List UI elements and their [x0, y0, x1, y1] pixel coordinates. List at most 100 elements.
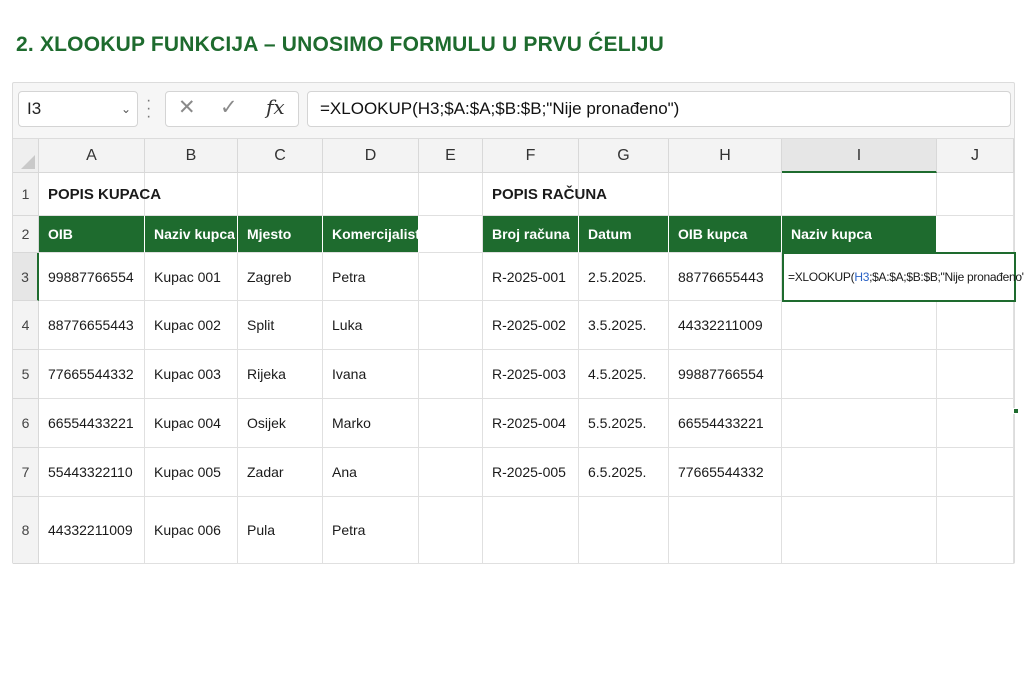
grid-cell[interactable]: [579, 497, 669, 564]
invoices-table-cell[interactable]: 3.5.2025.: [579, 301, 669, 350]
grid-cell[interactable]: [782, 350, 937, 399]
grid-cell[interactable]: [419, 216, 483, 253]
invoices-table-cell[interactable]: R-2025-002: [483, 301, 579, 350]
invoices-table-cell[interactable]: 99887766554: [669, 350, 782, 399]
customers-table-cell[interactable]: 55443322110: [39, 448, 145, 497]
customers-table-cell[interactable]: Kupac 001: [145, 253, 238, 301]
grid-cell[interactable]: [419, 399, 483, 448]
customers-table-cell[interactable]: Kupac 004: [145, 399, 238, 448]
column-header-g[interactable]: G: [579, 139, 669, 173]
row-header-5[interactable]: 5: [13, 350, 39, 399]
row-header-6[interactable]: 6: [13, 399, 39, 448]
grid-cell[interactable]: [419, 301, 483, 350]
invoices-header-cell[interactable]: OIB kupca: [669, 216, 782, 253]
formula-input[interactable]: =XLOOKUP(H3;$A:$A;$B:$B;"Nije pronađeno"…: [307, 91, 1011, 127]
customers-table-cell[interactable]: Zagreb: [238, 253, 323, 301]
grid-cell[interactable]: [323, 173, 419, 216]
invoices-table-cell[interactable]: R-2025-003: [483, 350, 579, 399]
column-header-h[interactable]: H: [669, 139, 782, 173]
grid-cell[interactable]: [937, 497, 1014, 564]
customers-header-cell[interactable]: Naziv kupca: [145, 216, 238, 253]
customers-table-cell[interactable]: 77665544332: [39, 350, 145, 399]
invoices-header-cell[interactable]: Broj računa: [483, 216, 579, 253]
customers-table-cell[interactable]: 88776655443: [39, 301, 145, 350]
customers-table-cell[interactable]: Pula: [238, 497, 323, 564]
customers-header-cell[interactable]: Komercijalist: [323, 216, 420, 253]
row-header-1[interactable]: 1: [13, 173, 39, 216]
grid-cell[interactable]: [419, 173, 483, 216]
row-header-7[interactable]: 7: [13, 448, 39, 497]
grid-cell[interactable]: [937, 350, 1014, 399]
customers-table-cell[interactable]: Petra: [323, 497, 419, 564]
grid-cell[interactable]: [782, 173, 937, 216]
grid-cell[interactable]: [782, 448, 937, 497]
invoices-table-cell[interactable]: 44332211009: [669, 301, 782, 350]
grid-cell[interactable]: [419, 497, 483, 564]
grid-cell[interactable]: [483, 497, 579, 564]
customers-table-cell[interactable]: Kupac 006: [145, 497, 238, 564]
customers-table-cell[interactable]: Ana: [323, 448, 419, 497]
customers-table-cell[interactable]: Petra: [323, 253, 419, 301]
enter-icon[interactable]: ✓: [220, 95, 238, 120]
grid-cell[interactable]: [782, 497, 937, 564]
row-header-4[interactable]: 4: [13, 301, 39, 350]
grid-cell[interactable]: [419, 253, 483, 301]
more-vertical-icon[interactable]: · · ·: [146, 93, 151, 125]
column-header-a[interactable]: A: [39, 139, 145, 173]
invoices-header-cell[interactable]: Datum: [579, 216, 669, 253]
column-header-e[interactable]: E: [419, 139, 483, 173]
invoices-table-cell[interactable]: 2.5.2025.: [579, 253, 669, 301]
customers-table-cell[interactable]: Kupac 005: [145, 448, 238, 497]
column-header-b[interactable]: B: [145, 139, 238, 173]
customers-table-cell[interactable]: Split: [238, 301, 323, 350]
grid-cell[interactable]: [419, 350, 483, 399]
select-all-corner[interactable]: [13, 139, 39, 173]
column-header-c[interactable]: C: [238, 139, 323, 173]
grid-cell[interactable]: [669, 173, 782, 216]
customers-table-cell[interactable]: Ivana: [323, 350, 419, 399]
row-header-2[interactable]: 2: [13, 216, 39, 253]
invoices-table-cell[interactable]: 66554433221: [669, 399, 782, 448]
invoices-table-cell[interactable]: 4.5.2025.: [579, 350, 669, 399]
column-header-f[interactable]: F: [483, 139, 579, 173]
invoices-table-cell[interactable]: 5.5.2025.: [579, 399, 669, 448]
fill-handle[interactable]: [1013, 408, 1019, 414]
grid-cell[interactable]: [937, 173, 1014, 216]
invoices-table-cell[interactable]: 77665544332: [669, 448, 782, 497]
active-cell-i3[interactable]: =XLOOKUP(H3 ;$A:$A;$B:$B;"Nije pronađeno"…: [782, 252, 1024, 302]
customers-table-cell[interactable]: 99887766554: [39, 253, 145, 301]
invoices-header-cell[interactable]: Naziv kupca: [782, 216, 937, 253]
column-header-i[interactable]: I: [782, 139, 937, 173]
customers-header-cell[interactable]: Mjesto: [238, 216, 323, 253]
customers-table-cell[interactable]: Zadar: [238, 448, 323, 497]
customers-table-cell[interactable]: Osijek: [238, 399, 323, 448]
grid-cell[interactable]: [782, 399, 937, 448]
customers-table-cell[interactable]: 44332211009: [39, 497, 145, 564]
row-header-3[interactable]: 3: [13, 253, 39, 301]
column-header-d[interactable]: D: [323, 139, 419, 173]
grid-cell[interactable]: [937, 216, 1014, 253]
row-header-8[interactable]: 8: [13, 497, 39, 564]
customers-table-cell[interactable]: 66554433221: [39, 399, 145, 448]
grid-cell[interactable]: [419, 448, 483, 497]
grid-cell[interactable]: [782, 301, 937, 350]
customers-table-cell[interactable]: Marko: [323, 399, 419, 448]
invoices-table-cell[interactable]: R-2025-001: [483, 253, 579, 301]
customers-table-cell[interactable]: Rijeka: [238, 350, 323, 399]
cancel-icon[interactable]: ✕: [178, 95, 196, 120]
customers-table-cell[interactable]: Luka: [323, 301, 419, 350]
grid-cell[interactable]: [669, 497, 782, 564]
invoices-table-cell[interactable]: R-2025-005: [483, 448, 579, 497]
invoices-table-cell[interactable]: R-2025-004: [483, 399, 579, 448]
customers-table-cell[interactable]: Kupac 002: [145, 301, 238, 350]
name-box[interactable]: I3 ⌄: [18, 91, 138, 127]
invoices-table-cell[interactable]: 88776655443: [669, 253, 782, 301]
grid-cell[interactable]: [238, 173, 323, 216]
column-header-j[interactable]: J: [937, 139, 1014, 173]
grid-cell[interactable]: [937, 399, 1014, 448]
chevron-down-icon[interactable]: ⌄: [121, 92, 131, 126]
grid-cell[interactable]: [937, 301, 1014, 350]
grid-cell[interactable]: [937, 448, 1014, 497]
customers-header-cell[interactable]: OIB: [39, 216, 145, 253]
function-icon[interactable]: fx: [266, 95, 285, 119]
